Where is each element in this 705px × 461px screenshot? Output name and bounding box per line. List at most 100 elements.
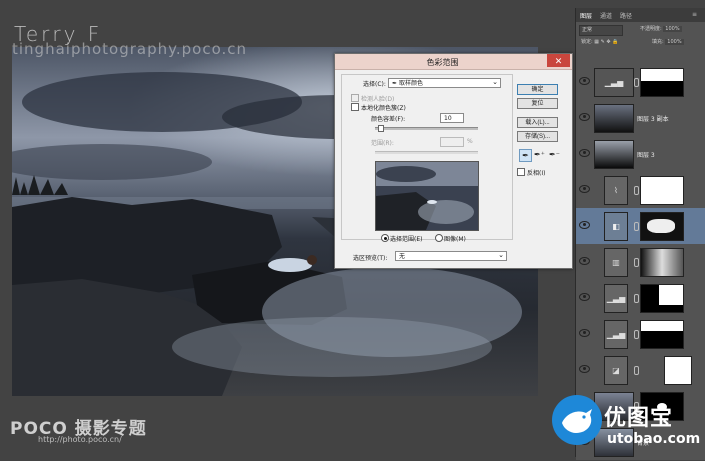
visibility-eye-icon[interactable] (579, 221, 590, 229)
link-icon (634, 294, 639, 303)
layer-row-selected[interactable]: ◧ (576, 208, 705, 245)
bird-icon (562, 409, 592, 433)
visibility-eye-icon[interactable] (579, 365, 590, 373)
link-icon (634, 258, 639, 267)
visibility-eye-icon[interactable] (579, 185, 590, 193)
color-range-dialog: 色彩范围 ✕ 选择(C): ✒ 取样颜色 检测人脸(D) 本地化颜色簇(Z) 颜… (334, 53, 573, 269)
layer-row[interactable]: 图层 3 副本 (576, 100, 705, 137)
layer-row[interactable]: ▁▃▅ (576, 280, 705, 317)
layer-thumbnail (594, 104, 634, 133)
eyedropper-plus-icon[interactable]: ✒⁺ (534, 149, 545, 160)
detect-faces-label: 检测人脸(D) (361, 96, 395, 103)
layer-row[interactable]: ▥ (576, 244, 705, 281)
selection-radio[interactable] (381, 234, 389, 242)
range-slider[interactable] (375, 151, 478, 154)
adjustment-levels-icon: ▁▃▅ (604, 284, 628, 313)
selection-preview-value: 无 (399, 253, 406, 260)
lock-label: 锁定: (581, 39, 593, 45)
visibility-eye-icon[interactable] (579, 293, 590, 301)
layer-mask-thumbnail[interactable] (640, 212, 684, 241)
dialog-titlebar[interactable]: 色彩范围 ✕ (335, 54, 572, 70)
localized-clusters-checkbox[interactable] (351, 103, 359, 111)
panel-menu-icon[interactable]: ≡ (692, 11, 697, 18)
adjustment-icon: ◧ (604, 212, 628, 241)
layer-row[interactable]: ▁▃▅ (576, 64, 705, 101)
layer-name: 图层 3 副本 (637, 116, 669, 123)
fuzziness-label: 颜色容差(F): (371, 116, 406, 123)
fuzziness-slider-thumb[interactable] (378, 125, 385, 132)
visibility-eye-icon[interactable] (579, 77, 590, 85)
visibility-eye-icon[interactable] (579, 257, 590, 265)
link-icon (634, 366, 639, 375)
range-label: 范围(R): (371, 140, 394, 147)
eyedropper-icon[interactable]: ✒ (519, 149, 532, 162)
image-radio[interactable] (435, 234, 443, 242)
close-icon: ✕ (554, 56, 563, 66)
tab-paths[interactable]: 路径 (620, 11, 632, 20)
save-button[interactable]: 存储(S)... (517, 131, 558, 142)
eyedropper-minus-icon[interactable]: ✒⁻ (549, 149, 560, 160)
adjustment-levels-icon: ▁▃▅ (594, 68, 634, 97)
link-icon (634, 222, 639, 231)
selection-preview-dropdown[interactable]: 无 (395, 250, 507, 261)
close-button[interactable]: ✕ (547, 54, 570, 67)
ok-button[interactable]: 确定 (517, 84, 558, 95)
blend-mode-value: 正常 (582, 27, 593, 33)
layer-row[interactable]: ◪ (576, 352, 705, 389)
dialog-title: 色彩范围 (426, 58, 459, 67)
fill-value: 100% (665, 39, 684, 45)
adjustment-icon: ◪ (604, 356, 628, 385)
adjustment-levels-icon: ▁▃▅ (604, 320, 628, 349)
select-label: 选择(C): (363, 81, 386, 88)
localized-clusters-label: 本地化颜色簇(Z) (361, 105, 406, 112)
visibility-eye-icon[interactable] (579, 329, 590, 337)
invert-label: 反相(I) (527, 170, 546, 177)
layer-mask-thumbnail[interactable] (664, 356, 692, 385)
poco-url: http://photo.poco.cn/ (38, 435, 122, 444)
layer-name: 图层 3 (637, 152, 655, 159)
range-input[interactable] (440, 137, 464, 147)
opacity-label: 不透明度: (640, 26, 662, 32)
selection-preview-label: 选区预览(T): (353, 255, 388, 262)
image-radio-label: 图像(M) (444, 236, 466, 243)
tab-channels[interactable]: 通道 (600, 11, 612, 20)
lock-icons[interactable]: ▦ ✎ ✥ 🔒 (594, 39, 618, 45)
utobao-bird-logo-icon (552, 395, 602, 445)
invert-checkbox[interactable] (517, 168, 525, 176)
utobao-name: 优图宝 (604, 406, 674, 431)
opacity-control[interactable]: 不透明度: 100% (638, 25, 704, 34)
layer-row[interactable]: 图层 3 (576, 136, 705, 173)
preview-image (376, 162, 478, 230)
tab-layers[interactable]: 图层 (580, 11, 592, 20)
link-icon (634, 78, 639, 87)
link-icon (634, 330, 639, 339)
visibility-eye-icon[interactable] (579, 149, 590, 157)
fill-label: 填充: (652, 39, 664, 45)
fill-control[interactable]: 填充: 100% (650, 38, 704, 47)
layer-mask-thumbnail[interactable] (640, 320, 684, 349)
load-button[interactable]: 载入(L)... (517, 117, 558, 128)
blend-mode-select[interactable]: 正常 (579, 25, 623, 36)
layer-row[interactable]: ⌇ (576, 172, 705, 209)
fuzziness-slider[interactable] (375, 127, 478, 130)
detect-faces-checkbox[interactable] (351, 94, 359, 102)
layer-mask-thumbnail[interactable] (640, 248, 684, 277)
select-value: 取样颜色 (398, 80, 423, 87)
range-unit: % (467, 138, 473, 145)
layers-panel-tabs: 图层 通道 路径 ≡ (576, 8, 705, 22)
link-icon (634, 186, 639, 195)
layer-mask-thumbnail[interactable] (640, 284, 684, 313)
lock-row: 锁定: ▦ ✎ ✥ 🔒 (579, 38, 641, 47)
reset-button[interactable]: 复位 (517, 98, 558, 109)
layer-mask-thumbnail[interactable] (640, 68, 684, 97)
layer-row[interactable]: ▁▃▅ (576, 316, 705, 353)
layer-mask-thumbnail[interactable] (640, 176, 684, 205)
utobao-domain: utobao.com (607, 431, 701, 447)
fuzziness-input[interactable]: 10 (440, 113, 464, 123)
photo-watermark: tinghaiphotography.poco.cn (12, 40, 248, 58)
eyedropper-icon: ✒ (392, 80, 399, 87)
select-dropdown[interactable]: ✒ 取样颜色 (388, 77, 501, 88)
adjustment-curves-icon: ⌇ (604, 176, 628, 205)
selection-preview[interactable] (375, 161, 479, 231)
visibility-eye-icon[interactable] (579, 113, 590, 121)
